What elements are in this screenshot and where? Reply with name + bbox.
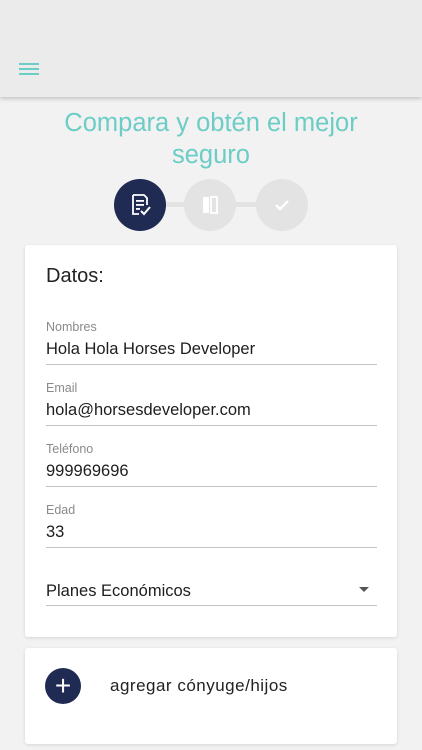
age-field[interactable]: Edad 33 [46,503,377,548]
plan-select[interactable]: Planes Económicos [46,577,377,606]
hamburger-menu-icon[interactable] [14,56,44,82]
step-confirm[interactable] [256,179,308,231]
add-dependents-card[interactable]: + agregar cónyuge/hijos [25,648,397,744]
checkmark-icon [275,200,289,211]
progress-stepper [0,178,422,232]
phone-field[interactable]: Teléfono 999969696 [46,442,377,487]
name-label: Nombres [46,320,97,334]
name-field[interactable]: Nombres Hola Hola Horses Developer [46,320,377,365]
compare-split-icon [203,196,218,214]
email-label: Email [46,381,78,395]
age-input[interactable]: 33 [46,519,377,548]
personal-data-card: Datos: Nombres Hola Hola Horses Develope… [25,245,397,637]
add-dependents-label: agregar cónyuge/hijos [110,676,288,695]
form-checklist-icon [132,194,151,216]
app-bar [0,0,422,97]
form-title: Datos: [46,265,104,287]
email-field[interactable]: Email hola@horsesdeveloper.com [46,381,377,426]
name-input[interactable]: Hola Hola Horses Developer [46,336,377,365]
dropdown-arrow-icon [359,587,369,592]
step-compare[interactable] [184,179,236,231]
plan-select-value: Planes Económicos [46,582,191,600]
page-title: Compara y obtén el mejor seguro [64,109,358,169]
step-data[interactable] [114,179,166,231]
plus-icon[interactable]: + [45,668,81,704]
age-label: Edad [46,503,76,517]
phone-input[interactable]: 999969696 [46,458,377,487]
phone-label: Teléfono [46,442,94,456]
email-input[interactable]: hola@horsesdeveloper.com [46,397,377,426]
